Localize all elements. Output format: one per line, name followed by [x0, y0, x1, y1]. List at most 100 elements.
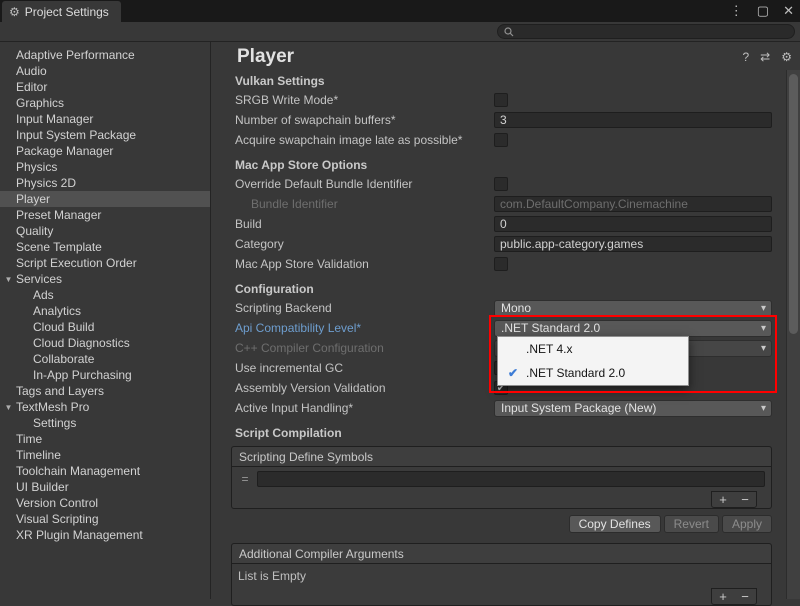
setting-label: Api Compatibility Level* — [211, 321, 494, 335]
dropdown-option-net4x[interactable]: .NET 4.x — [498, 337, 688, 361]
bundle-identifier-field — [494, 196, 772, 212]
panel-header-icons: ? ⇄ ⚙ — [742, 50, 792, 64]
sidebar-item[interactable]: Tags and Layers — [0, 383, 210, 399]
sidebar-item[interactable]: Timeline — [0, 447, 210, 463]
sidebar-item[interactable]: Version Control — [0, 495, 210, 511]
copy-defines-button[interactable]: Copy Defines — [569, 515, 661, 533]
sidebar-item[interactable]: Input System Package — [0, 127, 210, 143]
listbox-header: Additional Compiler Arguments — [232, 544, 771, 564]
tab-project-settings[interactable]: ⚙ Project Settings — [2, 1, 121, 22]
sidebar-item[interactable]: In-App Purchasing — [0, 367, 210, 383]
sidebar-item[interactable]: Preset Manager — [0, 207, 210, 223]
mac-app-store-validation-checkbox[interactable] — [494, 257, 508, 271]
sidebar-item[interactable]: Cloud Diagnostics — [0, 335, 210, 351]
sidebar-item[interactable]: Audio — [0, 63, 210, 79]
main-area: Adaptive Performance Audio Editor Graphi… — [0, 42, 800, 599]
gear-icon[interactable]: ⚙ — [781, 50, 792, 64]
remove-define-button[interactable]: − — [734, 492, 756, 507]
sidebar-item[interactable]: Quality — [0, 223, 210, 239]
sidebar-item[interactable]: UI Builder — [0, 479, 210, 495]
dropdown-option-net-standard-20[interactable]: ✔ .NET Standard 2.0 — [498, 361, 688, 385]
sidebar-item-label: Input Manager — [16, 112, 93, 126]
sidebar-item-label: Scene Template — [16, 240, 102, 254]
section-header-configuration: Configuration — [211, 280, 786, 298]
foldout-icon[interactable]: ▼ — [3, 275, 14, 284]
sidebar-item[interactable]: Editor — [0, 79, 210, 95]
maximize-icon[interactable]: ▢ — [757, 3, 769, 19]
gear-icon: ⚙ — [9, 5, 20, 19]
sidebar-item[interactable]: Input Manager — [0, 111, 210, 127]
category-field[interactable] — [494, 236, 772, 252]
setting-row: SRGB Write Mode* — [211, 90, 786, 110]
setting-label: Mac App Store Validation — [211, 257, 494, 271]
foldout-icon[interactable]: ▼ — [3, 403, 14, 412]
sidebar-item[interactable]: Settings — [0, 415, 210, 431]
tab-title: Project Settings — [25, 5, 109, 19]
sidebar-item[interactable]: Visual Scripting — [0, 511, 210, 527]
section-header-vulkan: Vulkan Settings — [211, 72, 786, 90]
sidebar-item-label: Collaborate — [33, 352, 94, 366]
sidebar-item[interactable]: Physics 2D — [0, 175, 210, 191]
sidebar-item[interactable]: Toolchain Management — [0, 463, 210, 479]
sidebar-item[interactable]: Adaptive Performance — [0, 47, 210, 63]
sidebar-item-label: Input System Package — [16, 128, 136, 142]
scrollbar-thumb[interactable] — [789, 74, 798, 334]
drag-handle-icon[interactable]: = — [238, 472, 252, 486]
setting-label: Assembly Version Validation — [211, 381, 494, 395]
swapchain-buffers-field[interactable] — [494, 112, 772, 128]
sidebar-item-label: XR Plugin Management — [16, 528, 143, 542]
add-argument-button[interactable]: + — [712, 589, 734, 604]
sidebar-item-label: Cloud Build — [33, 320, 94, 334]
sidebar-item[interactable]: Time — [0, 431, 210, 447]
srgb-write-mode-checkbox[interactable] — [494, 93, 508, 107]
sidebar-item[interactable]: Package Manager — [0, 143, 210, 159]
sidebar-item[interactable]: Player — [0, 191, 210, 207]
sidebar-item-label: Script Execution Order — [16, 256, 137, 270]
build-field[interactable] — [494, 216, 772, 232]
chevron-down-icon: ▾ — [761, 401, 766, 416]
help-icon[interactable]: ? — [742, 50, 749, 64]
define-symbol-input[interactable] — [257, 471, 765, 487]
sidebar-item[interactable]: ▼ Services — [0, 271, 210, 287]
setting-row: Number of swapchain buffers* — [211, 110, 786, 130]
setting-label: Acquire swapchain image late as possible… — [211, 133, 494, 147]
acquire-swapchain-late-checkbox[interactable] — [494, 133, 508, 147]
setting-row: Api Compatibility Level* .NET Standard 2… — [211, 318, 786, 338]
sidebar-item[interactable]: Graphics — [0, 95, 210, 111]
sidebar-item-label: Editor — [16, 80, 47, 94]
search-box[interactable] — [497, 24, 795, 39]
sidebar-item[interactable]: ▼ TextMesh Pro — [0, 399, 210, 415]
active-input-handling-dropdown[interactable]: Input System Package (New) ▾ — [494, 400, 772, 417]
close-icon[interactable]: ✕ — [783, 3, 794, 19]
kebab-menu-icon[interactable]: ⋮ — [730, 3, 743, 19]
override-bundle-id-checkbox[interactable] — [494, 177, 508, 191]
add-define-button[interactable]: + — [712, 492, 734, 507]
vertical-scrollbar[interactable] — [786, 70, 800, 599]
sidebar-item[interactable]: Script Execution Order — [0, 255, 210, 271]
settings-scroll-area: Vulkan Settings SRGB Write Mode* Number … — [211, 70, 786, 599]
scripting-backend-dropdown[interactable]: Mono ▾ — [494, 300, 772, 317]
api-compatibility-dropdown[interactable]: .NET Standard 2.0 ▾ — [494, 320, 772, 337]
setting-label: Category — [211, 237, 494, 251]
sidebar-item[interactable]: Collaborate — [0, 351, 210, 367]
sidebar-item[interactable]: Analytics — [0, 303, 210, 319]
sidebar-item-label: Time — [16, 432, 42, 446]
presets-icon[interactable]: ⇄ — [760, 50, 770, 64]
sidebar-item[interactable]: Physics — [0, 159, 210, 175]
sidebar-item[interactable]: Ads — [0, 287, 210, 303]
sidebar-item[interactable]: Scene Template — [0, 239, 210, 255]
define-symbols-buttons: Copy Defines Revert Apply — [211, 515, 772, 533]
search-input[interactable] — [518, 25, 788, 39]
settings-category-list: Adaptive Performance Audio Editor Graphi… — [0, 42, 211, 599]
sidebar-item-label: Settings — [33, 416, 76, 430]
remove-argument-button[interactable]: − — [734, 589, 756, 604]
panel-header: Player ? ⇄ ⚙ — [211, 42, 800, 70]
sidebar-item-label: Cloud Diagnostics — [33, 336, 130, 350]
sidebar-item[interactable]: XR Plugin Management — [0, 527, 210, 543]
sidebar-item[interactable]: Cloud Build — [0, 319, 210, 335]
setting-row: Mac App Store Validation — [211, 254, 786, 274]
section-header-script-compilation: Script Compilation — [211, 424, 786, 442]
setting-row: Active Input Handling* Input System Pack… — [211, 398, 786, 418]
section-header-mac: Mac App Store Options — [211, 156, 786, 174]
sidebar-item-label: UI Builder — [16, 480, 69, 494]
